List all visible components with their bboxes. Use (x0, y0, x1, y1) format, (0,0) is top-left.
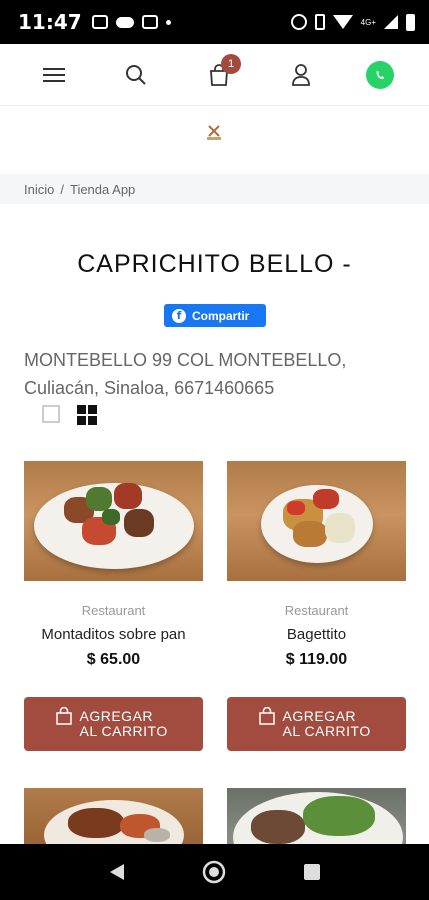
product-image[interactable] (24, 461, 203, 581)
search-button[interactable] (116, 44, 156, 106)
breadcrumb-home[interactable]: Inicio (24, 182, 54, 197)
back-icon[interactable] (108, 862, 126, 882)
facebook-share-button[interactable]: f Compartir (164, 304, 266, 327)
add-to-cart-button[interactable]: AGREGAR AL CARRITO (227, 697, 406, 751)
more-notifications-icon (165, 19, 171, 25)
network-type: 4G+ (360, 17, 376, 27)
add-to-cart-label: AGREGAR AL CARRITO (282, 708, 371, 739)
status-time: 11:47 (18, 10, 82, 34)
menu-icon (43, 68, 65, 82)
cart-button[interactable]: 1 (199, 44, 241, 106)
product-card: Restaurant Bagettito $ 119.00 AGREGAR AL… (227, 461, 406, 753)
vibrate-icon (314, 14, 325, 30)
shopping-bag-icon (55, 707, 72, 725)
battery-icon (406, 13, 415, 31)
product-image[interactable] (227, 461, 406, 581)
product-name[interactable]: Bagettito (227, 626, 406, 643)
android-navigation-bar (0, 844, 429, 900)
top-navigation: 1 (0, 44, 429, 106)
home-icon[interactable] (201, 859, 227, 885)
add-to-cart-button[interactable]: AGREGAR AL CARRITO (24, 697, 203, 751)
shopping-bag-icon (258, 707, 275, 725)
account-button[interactable] (281, 44, 321, 106)
menu-button[interactable] (34, 44, 74, 106)
alarm-icon (290, 14, 307, 30)
cart-count-badge: 1 (221, 54, 241, 74)
product-image[interactable] (227, 788, 406, 844)
grid-view-icon[interactable] (77, 405, 97, 425)
product-category: Restaurant (81, 603, 146, 618)
breadcrumb-current: Tienda App (69, 181, 136, 197)
notification-app-icon (141, 15, 158, 29)
system-icons: 4G+ (290, 13, 415, 31)
product-card: Restaurant Montaditos sobre pan $ 65.00 … (24, 461, 203, 753)
breadcrumb-separator: / (60, 181, 64, 197)
product-price: $ 65.00 (86, 651, 141, 668)
share-label: Compartir (192, 308, 250, 323)
whatsapp-icon (366, 61, 394, 89)
product-name[interactable]: Montaditos sobre pan (24, 626, 203, 643)
notification-icons (91, 15, 171, 29)
store-address: MONTEBELLO 99 COL MONTEBELLO, Culiacán, … (24, 350, 347, 398)
cloud-icon (115, 16, 134, 28)
store-title: CAPRICHITO BELLO - (77, 250, 352, 278)
recents-icon[interactable] (303, 863, 321, 881)
product-image[interactable] (24, 788, 203, 844)
product-category: Restaurant (284, 603, 349, 618)
whatsapp-button[interactable] (360, 44, 400, 106)
status-bar: 11:47 4G+ (0, 0, 429, 44)
facebook-icon: f (172, 308, 186, 323)
notification-app-icon (91, 15, 108, 29)
search-icon (126, 65, 146, 85)
store-logo[interactable] (203, 122, 225, 144)
breadcrumb: Inicio / Tienda App (0, 174, 429, 204)
add-to-cart-label: AGREGAR AL CARRITO (79, 708, 168, 739)
list-view-icon[interactable] (42, 405, 60, 423)
user-icon (292, 64, 310, 86)
signal-icon (384, 15, 398, 29)
wifi-icon (332, 15, 353, 29)
product-price: $ 119.00 (285, 651, 348, 668)
